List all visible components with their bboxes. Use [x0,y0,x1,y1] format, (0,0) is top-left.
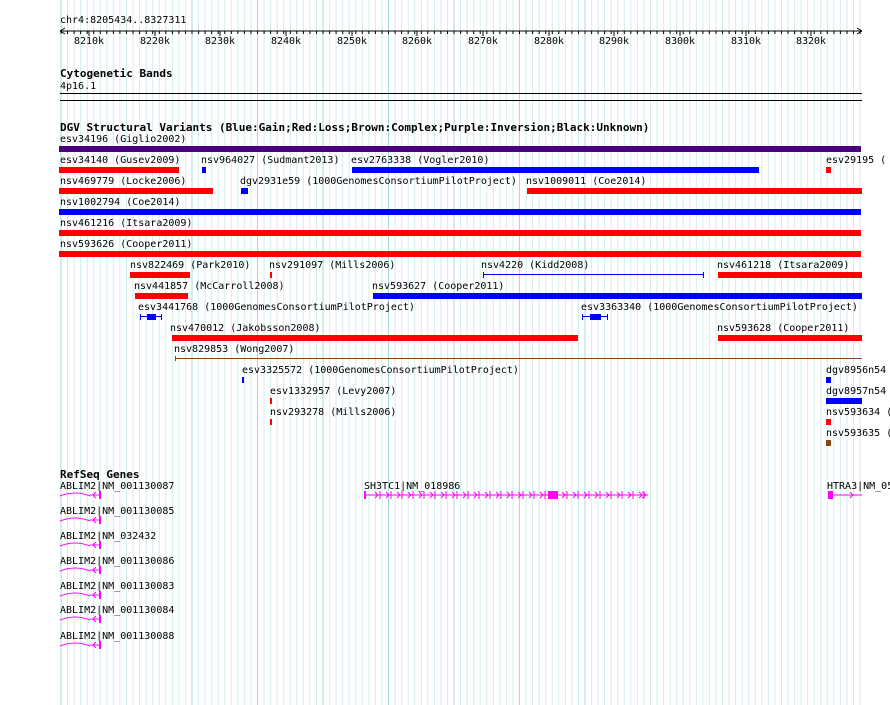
dgv-feature-bar[interactable] [59,209,861,215]
cytoband-label: 4p16.1 [60,81,97,92]
dgv-feature-label[interactable]: nsv593628 (Cooper2011) [717,323,849,334]
dgv-feature-label[interactable]: dgv8957n54 [826,386,886,397]
dgv-feature-label[interactable]: nsv593627 (Cooper2011) [372,281,504,292]
dgv-feature-bar[interactable] [202,167,206,173]
dgv-feature-bar[interactable] [130,272,190,278]
dgv-track-title[interactable]: DGV Structural Variants (Blue:Gain;Red:L… [60,121,649,134]
dgv-feature-bar[interactable] [718,272,862,278]
dgv-feature-label[interactable]: nsv461216 (Itsara2009) [60,218,192,229]
ruler-tick-label: 8280k [534,36,564,47]
dgv-feature-bar[interactable] [59,188,213,194]
dgv-feature-bar[interactable] [373,293,862,299]
dgv-feature-bar[interactable] [826,419,831,425]
dgv-feature-bar[interactable] [270,419,272,425]
dgv-feature-label[interactable]: esv3325572 (1000GenomesConsortiumPilotPr… [242,365,519,376]
refseq-gene-model[interactable] [0,539,890,553]
cytoband-track-title[interactable]: Cytogenetic Bands [60,67,173,80]
dgv-feature-label[interactable]: nsv1009011 (Coe2014) [526,176,646,187]
refseq-gene-model[interactable] [0,613,890,627]
dgv-feature-bar[interactable] [140,314,162,320]
dgv-feature-bar[interactable] [135,293,188,299]
dgv-feature-label[interactable]: nsv593634 ( [826,407,890,418]
dgv-feature-label[interactable]: esv3441768 (1000GenomesConsortiumPilotPr… [138,302,415,313]
dgv-feature-bar[interactable] [582,314,608,320]
dgv-feature-label[interactable]: nsv461218 (Itsara2009) [717,260,849,271]
dgv-feature-bar[interactable] [826,167,831,173]
refseq-track-title[interactable]: RefSeq Genes [60,468,139,481]
dgv-feature-bar[interactable] [270,398,272,404]
dgv-feature-label[interactable]: nsv1002794 (Coe2014) [60,197,180,208]
dgv-feature-bar[interactable] [59,146,861,152]
dgv-feature-label[interactable]: nsv829853 (Wong2007) [174,344,294,355]
refseq-gene-model[interactable] [0,514,890,528]
dgv-feature-label[interactable]: esv34196 (Giglio2002) [60,134,186,145]
dgv-feature-label[interactable]: esv1332957 (Levy2007) [270,386,396,397]
dgv-feature-label[interactable]: esv29195 ( [826,155,886,166]
dgv-feature-label[interactable]: nsv469779 (Locke2006) [60,176,186,187]
cytoband-line-top [60,93,862,94]
dgv-feature-label[interactable]: esv34140 (Gusev2009) [60,155,180,166]
dgv-feature-label[interactable]: nsv593626 (Cooper2011) [60,239,192,250]
cytoband-line-bottom [60,100,862,101]
dgv-feature-bar[interactable] [826,377,831,383]
dgv-feature-label[interactable]: nsv4220 (Kidd2008) [481,260,589,271]
dgv-feature-bar[interactable] [270,272,272,278]
genome-browser-view[interactable]: chr4:8205434..8327311 8210k 8220k 8230k 824… [0,0,890,705]
dgv-feature-bar[interactable] [241,188,248,194]
refseq-gene-model[interactable] [0,564,890,578]
ruler-tick-label: 8230k [205,36,235,47]
ruler-tick-label: 8210k [74,36,104,47]
dgv-feature-label[interactable]: nsv964027 (Sudmant2013) [201,155,339,166]
ruler-tick-label: 8270k [468,36,498,47]
ruler-tick-label: 8310k [731,36,761,47]
ruler-tick-label: 8250k [337,36,367,47]
refseq-gene-model[interactable] [0,589,890,603]
dgv-feature-label[interactable]: nsv291097 (Mills2006) [269,260,395,271]
dgv-feature-label[interactable]: dgv2931e59 (1000GenomesConsortiumPilotPr… [240,176,517,187]
dgv-feature-bar[interactable] [352,167,759,173]
ruler-tick-label: 8240k [271,36,301,47]
dgv-feature-bar[interactable] [826,440,831,446]
dgv-feature-label[interactable]: nsv441857 (McCarroll2008) [134,281,285,292]
dgv-feature-bar[interactable] [59,251,861,257]
dgv-feature-label[interactable]: esv3363340 (1000GenomesConsortiumPilotPr… [581,302,858,313]
dgv-feature-bar[interactable] [175,356,862,361]
dgv-feature-bar[interactable] [826,398,862,404]
ruler-tick-label: 8260k [402,36,432,47]
ruler-tick-label: 8220k [140,36,170,47]
dgv-feature-bar[interactable] [242,377,244,383]
dgv-feature-label[interactable]: dgv8956n54 [826,365,886,376]
dgv-feature-label[interactable]: nsv470012 (Jakobsson2008) [170,323,321,334]
ruler-tick-label: 8320k [796,36,826,47]
dgv-feature-label[interactable]: nsv593635 ( [826,428,890,439]
dgv-feature-bar[interactable] [483,272,704,278]
ruler-tick-label: 8290k [599,36,629,47]
dgv-feature-label[interactable]: nsv822469 (Park2010) [130,260,250,271]
ruler[interactable]: 8210k 8220k 8230k 8240k 8250k 8260k 8270k 8280k… [0,22,890,48]
dgv-feature-bar[interactable] [59,230,861,236]
ruler-tick-label: 8300k [665,36,695,47]
refseq-gene-model[interactable] [0,489,890,503]
dgv-feature-bar[interactable] [59,167,179,173]
dgv-feature-bar[interactable] [718,335,862,341]
dgv-feature-label[interactable]: esv2763338 (Vogler2010) [351,155,489,166]
dgv-feature-bar[interactable] [172,335,578,341]
dgv-feature-label[interactable]: nsv293278 (Mills2006) [270,407,396,418]
dgv-feature-bar[interactable] [527,188,862,194]
refseq-gene-model[interactable] [0,639,890,653]
